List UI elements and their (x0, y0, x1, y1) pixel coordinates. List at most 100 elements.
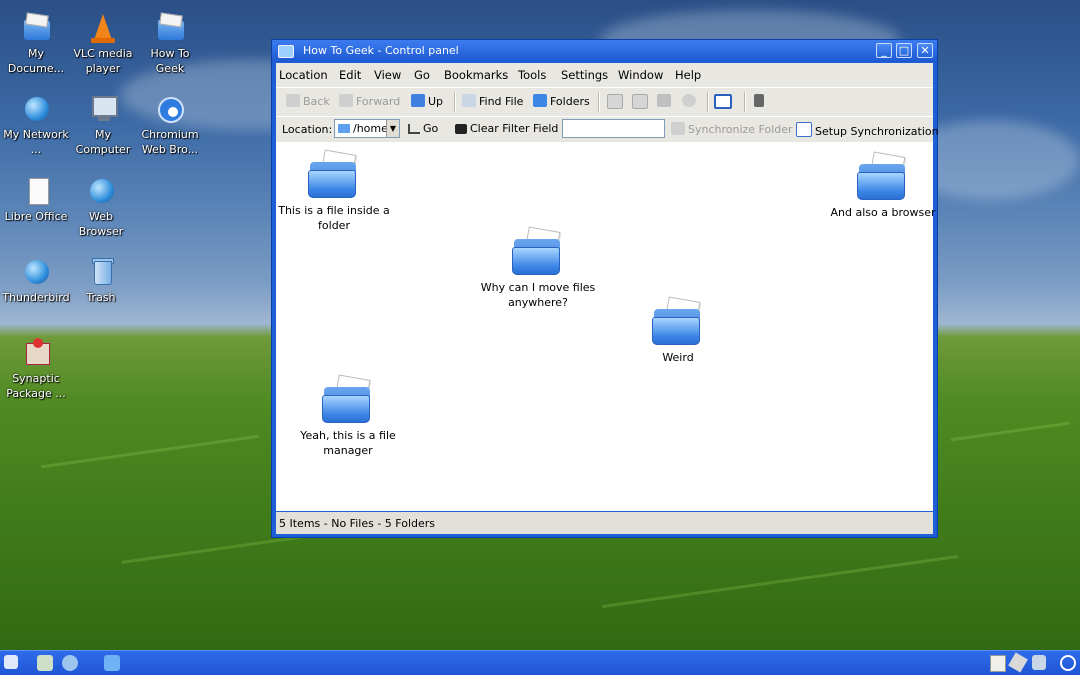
menu-tools[interactable]: Tools (518, 68, 546, 82)
thunderbird-icon (20, 256, 52, 288)
maximize-button[interactable]: □ (896, 43, 912, 58)
find-file-button[interactable]: Find File (462, 94, 523, 108)
web-browser-icon[interactable] (62, 655, 78, 671)
delete-button[interactable] (657, 94, 674, 108)
clear-icon (455, 124, 467, 134)
computer-icon (87, 93, 119, 125)
desktop-icon-libre-office[interactable]: Libre Office (2, 175, 70, 224)
go-arrow-icon (408, 124, 420, 134)
go-button[interactable]: Go (408, 122, 438, 135)
sync-icon (671, 122, 685, 135)
menu-go[interactable]: Go (414, 68, 430, 82)
toolbar-separator (707, 92, 709, 112)
file-manager-window: How To Geek - Control panel _ □ ✕ Locati… (271, 39, 939, 538)
folder-icon (510, 226, 566, 277)
folder-item-label: This is a file inside a folder (278, 204, 390, 232)
menu-view[interactable]: View (374, 68, 401, 82)
menu-edit[interactable]: Edit (339, 68, 361, 82)
folder-item[interactable]: Weird (613, 296, 743, 365)
web-browser-gear-icon (85, 175, 117, 207)
menu-help[interactable]: Help (675, 68, 701, 82)
folders-button[interactable]: Folders (533, 94, 590, 108)
desktop-icon-label: My Network ... (3, 128, 69, 156)
copy-icon (632, 94, 648, 109)
network-globe-icon (20, 93, 52, 125)
folder-icon (154, 12, 186, 44)
desktop-icon-thunderbird[interactable]: Thunderbird (2, 256, 70, 305)
forward-button[interactable]: Forward (339, 94, 400, 108)
folder-item[interactable]: Yeah, this is a file manager (283, 374, 413, 458)
desktop-icon-how-to-geek[interactable]: How To Geek (136, 12, 204, 76)
menu-window[interactable]: Window (618, 68, 663, 82)
folder-icon (533, 94, 547, 107)
up-button[interactable]: Up (411, 94, 443, 108)
folders-label: Folders (550, 95, 590, 108)
view-mode-button[interactable] (714, 94, 735, 110)
filter-button[interactable] (754, 94, 767, 108)
toolbar-separator (454, 92, 456, 112)
chevron-down-icon[interactable]: ▼ (386, 120, 399, 137)
folder-item[interactable]: This is a file inside a folder (269, 149, 399, 233)
chromium-icon (154, 93, 186, 125)
desktop-icon-chromium[interactable]: Chromium Web Bro... (136, 93, 204, 157)
cut-icon (607, 94, 623, 109)
status-text: 5 Items - No Files - 5 Folders (279, 517, 436, 530)
desktop-icon-synaptic[interactable]: Synaptic Package ... (2, 337, 70, 401)
setup-synchronization-button[interactable]: Setup Synchronization (796, 122, 939, 138)
folder-icon (338, 124, 350, 133)
menu-settings[interactable]: Settings (561, 68, 608, 82)
desktop-icon-my-computer[interactable]: My Computer (69, 93, 137, 157)
synchronize-label: Synchronize Folder (688, 123, 793, 136)
forward-arrow-icon (339, 94, 353, 107)
close-button[interactable]: ✕ (917, 43, 933, 58)
setup-sync-icon (796, 122, 812, 137)
synchronize-folder-button[interactable]: Synchronize Folder (671, 122, 793, 136)
menu-location[interactable]: Location (279, 68, 328, 82)
desktop-icon-trash[interactable]: Trash (67, 256, 135, 305)
folder-item[interactable]: And also a browser (818, 151, 948, 220)
desktop-icon-label: My Docume... (7, 47, 65, 75)
filter-input[interactable] (562, 119, 665, 138)
volume-icon[interactable] (1032, 655, 1046, 670)
folder-icon (20, 12, 52, 44)
desktop-icon-label: Thunderbird (2, 291, 70, 304)
location-bar: Location: /home ▼ Go Clear Filter Field … (276, 116, 939, 142)
minimize-button[interactable]: _ (876, 43, 892, 58)
window-title: How To Geek - Control panel (303, 44, 459, 57)
desktop-icon-label: Chromium Web Bro... (141, 128, 199, 156)
menu-bookmarks[interactable]: Bookmarks (444, 68, 508, 82)
location-combo[interactable]: /home ▼ (334, 119, 400, 138)
desktop-icon-vlc[interactable]: VLC media player (69, 12, 137, 76)
folder-item-label: Yeah, this is a file manager (300, 429, 396, 457)
title-bar[interactable]: How To Geek - Control panel _ □ ✕ (272, 40, 937, 62)
back-arrow-icon (286, 94, 300, 107)
desktop-icon-label: How To Geek (150, 47, 190, 75)
desktop-icon-label: My Computer (75, 128, 131, 156)
location-label: Location: (282, 123, 333, 136)
document-icon (20, 175, 52, 207)
desktop-icon-my-documents[interactable]: My Docume... (2, 12, 70, 76)
menu-bar: Location Edit View Go Bookmarks Tools Se… (276, 63, 933, 87)
back-button[interactable]: Back (286, 94, 330, 108)
go-label: Go (423, 122, 439, 135)
network-icon[interactable] (1008, 652, 1028, 673)
start-menu-icon[interactable] (4, 655, 18, 669)
desktop-icon-web-browser[interactable]: Web Browser (67, 175, 135, 239)
cut-button[interactable] (607, 94, 626, 110)
status-bar: 5 Items - No Files - 5 Folders (276, 512, 933, 534)
folder-item[interactable]: Why can I move files anywhere? (473, 226, 603, 310)
desktop-icon-label: Libre Office (4, 210, 68, 223)
desktop-icon-label: Trash (86, 291, 116, 304)
find-file-label: Find File (479, 95, 524, 108)
grass (601, 554, 959, 609)
desktop-icon-my-network[interactable]: My Network ... (2, 93, 70, 157)
folder-icon[interactable] (104, 655, 120, 671)
copy-button[interactable] (632, 94, 651, 110)
launcher-icon[interactable] (37, 655, 53, 671)
clock-icon[interactable] (1060, 655, 1076, 671)
clipboard-icon[interactable] (990, 655, 1006, 672)
file-view[interactable]: This is a file inside a folder And also … (276, 142, 935, 511)
clear-filter-button[interactable]: Clear Filter Field (455, 122, 558, 135)
trash-icon (657, 94, 671, 107)
undo-button[interactable] (682, 94, 699, 108)
